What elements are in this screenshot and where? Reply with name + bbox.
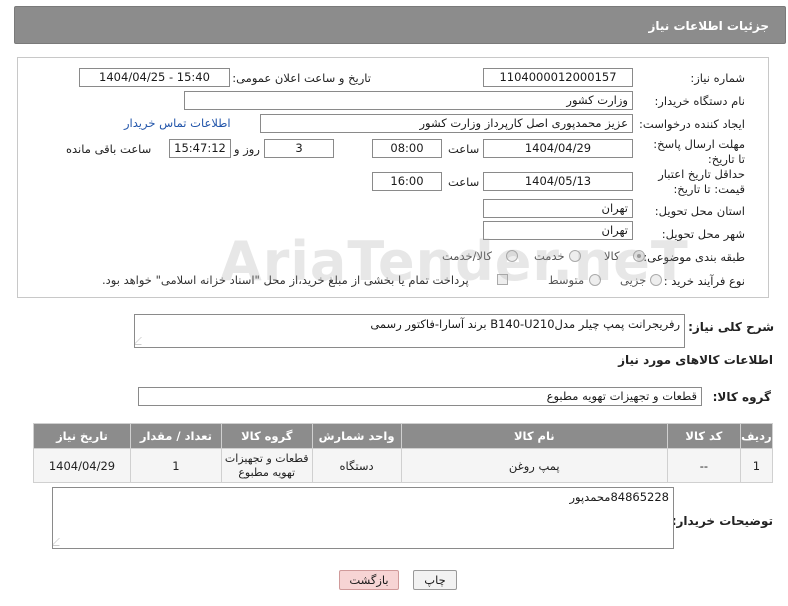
process-option-minor: جزیی xyxy=(620,273,647,287)
province-field: تهران xyxy=(483,199,633,218)
description-field[interactable]: رفریجرانت پمپ چیلر مدلB140-U210 برند آسا… xyxy=(134,314,685,348)
page-title: جزئیات اطلاعات نیاز xyxy=(648,19,769,33)
need-number-field: 1104000012000157 xyxy=(483,68,633,87)
category-label: طبقه بندی موضوعی: xyxy=(643,250,745,264)
cell-row: 1 xyxy=(739,448,774,483)
cell-code: -- xyxy=(667,448,741,483)
cell-group: قطعات و تجهیزات تهویه مطبوع xyxy=(220,448,313,483)
announce-field: 1404/04/25 - 15:40 xyxy=(79,68,230,87)
requester-field: عزیز محمدپوری اصل کارپرداز وزارت کشور xyxy=(260,114,633,133)
category-radio-both[interactable] xyxy=(506,250,518,262)
back-button[interactable]: بازگشت xyxy=(339,570,399,590)
payment-note: پرداخت تمام یا بخشی از مبلغ خرید،از محل … xyxy=(102,273,469,287)
reply-time-label: ساعت xyxy=(448,142,480,156)
page-header: جزئیات اطلاعات نیاز xyxy=(14,6,786,44)
city-field: تهران xyxy=(483,221,633,240)
cell-qty: 1 xyxy=(129,448,222,483)
price-time-label: ساعت xyxy=(448,175,480,189)
price-date-field: 1404/05/13 xyxy=(483,172,633,191)
goods-table: ردیف کد کالا نام کالا واحد شمارش گروه کا… xyxy=(33,423,774,483)
col-code: کد کالا xyxy=(667,423,741,449)
process-radio-medium[interactable] xyxy=(589,274,601,286)
need-number-label: شماره نیاز: xyxy=(690,71,745,85)
process-option-medium: متوسط xyxy=(548,273,585,287)
category-radio-service[interactable] xyxy=(569,250,581,262)
print-button[interactable]: چاپ xyxy=(413,570,457,590)
requester-label: ایجاد کننده درخواست: xyxy=(639,117,745,131)
col-unit: واحد شمارش xyxy=(311,423,402,449)
description-text: رفریجرانت پمپ چیلر مدلB140-U210 برند آسا… xyxy=(370,317,680,331)
province-label: استان محل تحویل: xyxy=(654,204,745,218)
cell-unit: دستگاه xyxy=(311,448,402,483)
category-radio-goods[interactable] xyxy=(633,250,645,262)
buyer-notes-label: توضیحات خریدار: xyxy=(671,514,773,528)
category-option-both: کالا/خدمت xyxy=(442,249,493,263)
announce-label: تاریخ و ساعت اعلان عمومی: xyxy=(232,71,371,85)
city-label: شهر محل تحویل: xyxy=(661,227,745,241)
days-label: روز و xyxy=(234,142,260,156)
days-field: 3 xyxy=(264,139,334,158)
goods-group-label: گروه کالا: xyxy=(712,390,771,404)
reply-time-field: 08:00 xyxy=(372,139,442,158)
treasury-checkbox[interactable] xyxy=(497,274,508,285)
buyer-org-field: وزارت کشور xyxy=(184,91,633,110)
col-group: گروه کالا xyxy=(220,423,313,449)
category-option-service: خدمت xyxy=(534,249,565,263)
process-radio-minor[interactable] xyxy=(650,274,662,286)
price-time-field: 16:00 xyxy=(372,172,442,191)
buyer-org-label: نام دستگاه خریدار: xyxy=(654,94,745,108)
cell-date: 1404/04/29 xyxy=(33,448,131,483)
table-row: 1 -- پمپ روغن دستگاه قطعات و تجهیزات تهو… xyxy=(33,448,774,483)
buyer-contact-link[interactable]: اطلاعات تماس خریدار xyxy=(124,116,231,130)
goods-group-field: قطعات و تجهیزات تهویه مطبوع xyxy=(138,387,702,406)
resize-grip-icon[interactable] xyxy=(135,337,149,345)
col-qty: تعداد / مقدار xyxy=(129,423,222,449)
col-date: تاریخ نیاز xyxy=(33,423,131,449)
col-name: نام کالا xyxy=(400,423,669,449)
remaining-time-field: 15:47:12 xyxy=(169,139,231,158)
goods-section-title: اطلاعات کالاهای مورد نیاز xyxy=(618,353,773,367)
remaining-time-label: ساعت باقی مانده xyxy=(66,142,152,156)
process-label: نوع فرآیند خرید : xyxy=(663,274,745,288)
buyer-notes-text: 84865228محمدپور xyxy=(569,490,669,504)
buyer-notes-field[interactable]: 84865228محمدپور xyxy=(52,487,674,549)
price-validity-label: حداقل تاریخ اعتبار قیمت: تا تاریخ: xyxy=(658,167,745,196)
table-header-row: ردیف کد کالا نام کالا واحد شمارش گروه کا… xyxy=(33,423,774,449)
description-label: شرح کلی نیاز: xyxy=(688,320,774,334)
col-row: ردیف xyxy=(739,423,774,449)
reply-deadline-label: مهلت ارسال پاسخ: تا تاریخ: xyxy=(653,137,745,166)
reply-date-field: 1404/04/29 xyxy=(483,139,633,158)
cell-name: پمپ روغن xyxy=(400,448,669,483)
resize-grip-icon[interactable] xyxy=(53,538,67,546)
category-option-goods: کالا xyxy=(604,249,620,263)
